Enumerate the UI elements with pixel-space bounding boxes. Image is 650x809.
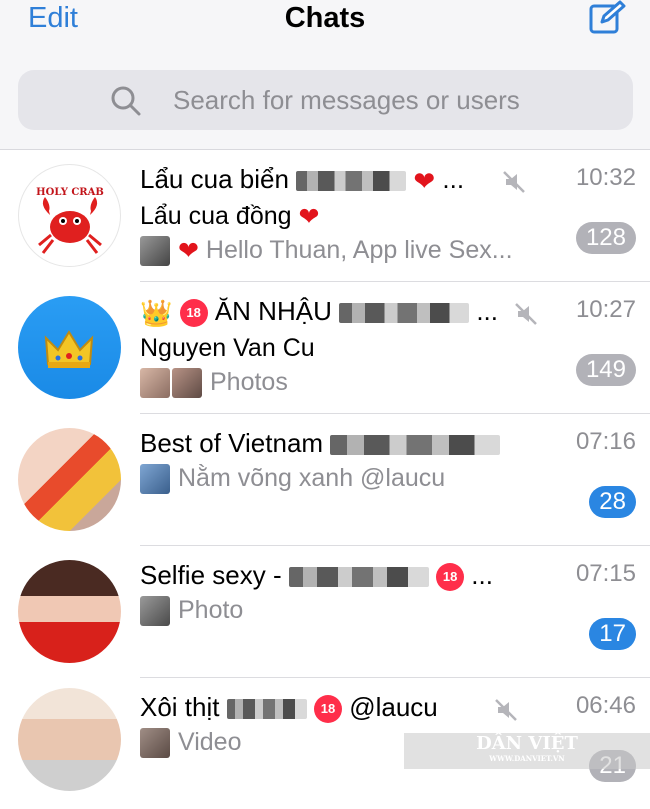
chat-sender: Lẩu cua đồng ❤ (140, 202, 320, 232)
chat-time: 07:16 (575, 428, 636, 455)
unread-badge: 149 (575, 354, 636, 386)
watermark: DÂN VIỆT WWW.DANVIET.VN (404, 733, 650, 769)
chat-title: Best of Vietnam (140, 428, 500, 459)
chat-time: 10:27 (575, 296, 636, 323)
avatar (18, 296, 121, 399)
chat-title: 👑 18 ĂN NHẬU ... (140, 296, 498, 328)
chat-preview: Photo (140, 596, 243, 627)
page-title: Chats (284, 2, 366, 34)
video-thumbnail (140, 728, 170, 759)
heart-icon: ❤ (178, 237, 199, 266)
eighteen-plus-icon: 18 (436, 563, 465, 592)
chat-title: Lẩu cua biển ❤ ... (140, 164, 465, 196)
chat-preview: Video (140, 728, 242, 759)
chat-row[interactable]: 👑 18 ĂN NHẬU ... 10:27 Nguyen Van Cu Pho… (0, 282, 650, 414)
photo-thumbnail (140, 368, 170, 399)
chat-time: 07:15 (575, 560, 636, 587)
chat-sender: Nguyen Van Cu (140, 334, 315, 362)
chat-row[interactable]: Selfie sexy - 18 ... 07:15 Photo 17 (0, 546, 650, 678)
photo-thumbnail (140, 236, 170, 267)
chat-preview: Nằm võng xanh @laucu (140, 464, 445, 495)
unread-badge: 17 (589, 618, 636, 650)
avatar: HOLY CRAB (18, 164, 121, 267)
chat-title: Xôi thịt 18 @laucu (140, 692, 438, 724)
video-thumbnail (140, 464, 170, 495)
unread-badge: 128 (575, 222, 636, 254)
eighteen-plus-icon: 18 (313, 695, 342, 724)
chat-row[interactable]: HOLY CRAB Lẩu cua biển ❤ ... 10:32 Lẩu c… (0, 150, 650, 282)
eighteen-plus-icon: 18 (179, 299, 208, 328)
heart-icon: ❤ (413, 165, 436, 196)
compose-icon[interactable] (588, 0, 626, 36)
chat-preview: Photos (140, 368, 288, 399)
search-icon (111, 86, 141, 116)
unread-badge: 28 (589, 486, 636, 518)
search-placeholder: Search for messages or users (173, 85, 520, 115)
muted-icon (515, 303, 537, 325)
photo-thumbnail (140, 596, 170, 627)
avatar-logo-text: HOLY CRAB (36, 187, 104, 198)
chat-preview: ❤ Hello Thuan, App live Sex... (140, 236, 513, 267)
navigation-bar: Edit Chats Search for messages or users (0, 0, 650, 150)
avatar (18, 428, 121, 531)
search-input[interactable]: Search for messages or users (18, 70, 633, 130)
chat-title: Selfie sexy - 18 ... (140, 560, 493, 592)
muted-icon (495, 699, 517, 721)
chat-row[interactable]: Best of Vietnam 07:16 Nằm võng xanh @lau… (0, 414, 650, 546)
crown-icon: 👑 (140, 297, 173, 328)
photo-thumbnail (172, 368, 202, 399)
crown-icon (44, 330, 94, 368)
avatar (18, 560, 121, 663)
chat-time: 06:46 (575, 692, 636, 719)
heart-icon: ❤ (298, 203, 320, 232)
chat-time: 10:32 (575, 164, 636, 191)
muted-icon (503, 171, 525, 193)
avatar (18, 688, 121, 791)
